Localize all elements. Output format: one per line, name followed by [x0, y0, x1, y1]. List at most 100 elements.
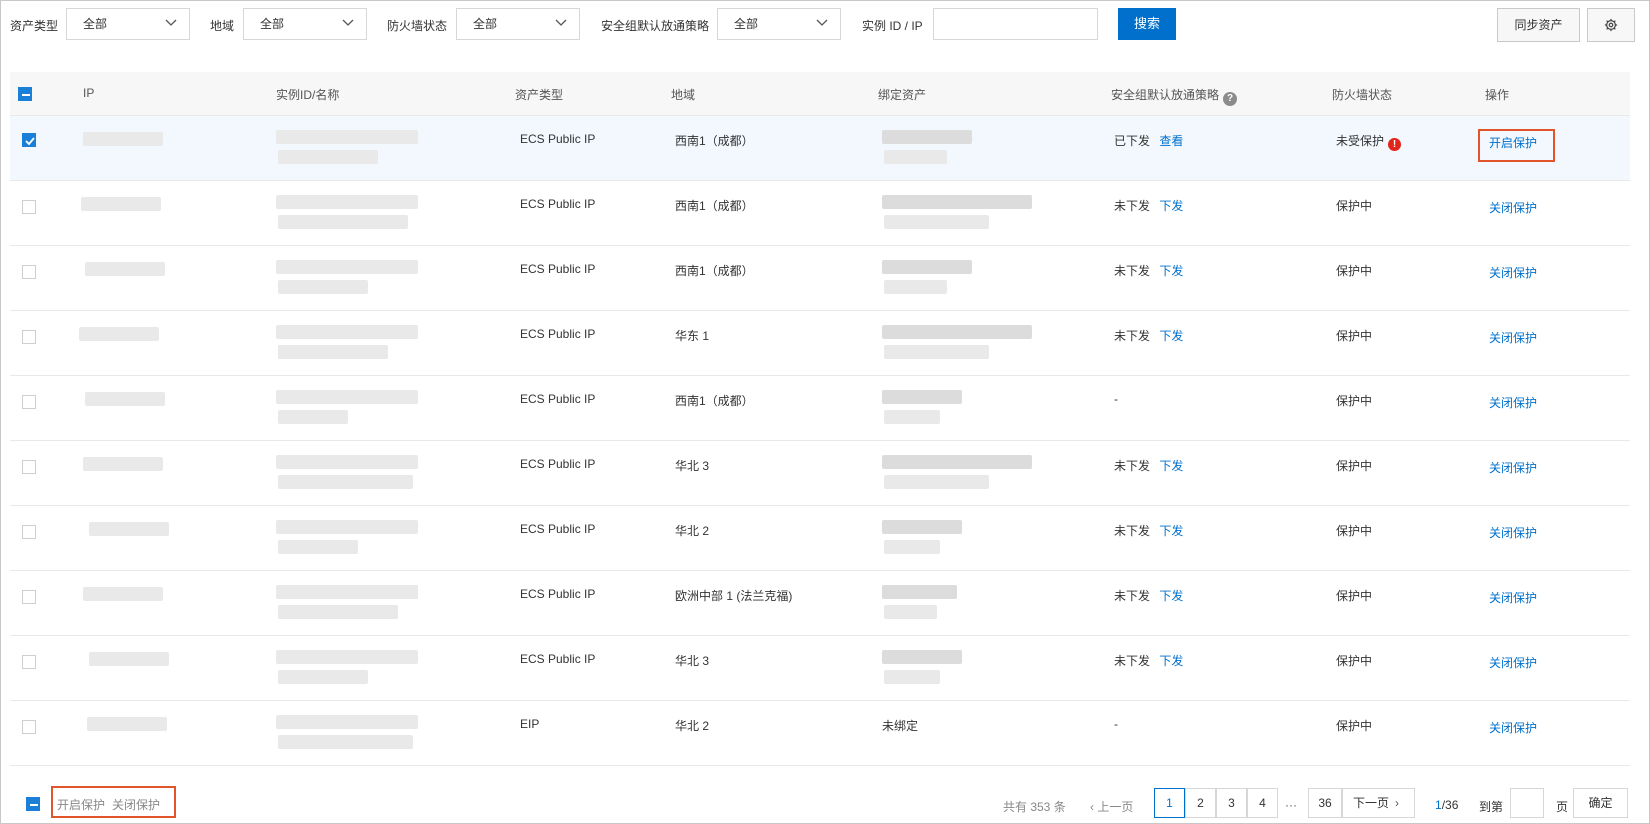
gear-icon	[1604, 18, 1618, 32]
sg-policy-status: 已下发	[1114, 134, 1151, 148]
next-page-button[interactable]: 下一页 ›	[1342, 788, 1415, 818]
row-checkbox[interactable]	[22, 200, 36, 214]
sg-policy-action-link[interactable]: 下发	[1159, 654, 1183, 668]
asset-type-cell: ECS Public IP	[520, 652, 596, 666]
firewall-status-cell: 保护中	[1336, 262, 1372, 279]
row-action-link[interactable]: 关闭保护	[1489, 589, 1537, 606]
row-action-link[interactable]: 关闭保护	[1489, 329, 1537, 346]
sg-policy-status: 未下发	[1114, 264, 1151, 278]
region-cell: 华北 2	[675, 719, 710, 733]
sg-policy-cell: 未下发 下发	[1114, 327, 1183, 344]
sg-policy-action-link[interactable]: 下发	[1159, 459, 1183, 473]
header-sg-policy: 安全组默认放通策略?	[1111, 86, 1238, 106]
sg-policy-action-link[interactable]: 下发	[1159, 329, 1183, 343]
indeterminate-icon	[22, 94, 30, 96]
page-button-2[interactable]: 2	[1185, 788, 1216, 818]
firewall-status-text: 保护中	[1336, 719, 1373, 733]
sg-policy-select[interactable]: 全部	[717, 8, 841, 40]
search-button[interactable]: 搜索	[1118, 8, 1176, 40]
sg-policy-cell: 未下发 下发	[1114, 522, 1183, 539]
table-row: ECS Public IP 华东 1 未下发 下发 保护中 关闭保护	[10, 311, 1630, 376]
page-button-last[interactable]: 36	[1308, 788, 1342, 818]
row-action-link[interactable]: 关闭保护	[1489, 394, 1537, 411]
sg-policy-status: -	[1114, 717, 1118, 731]
page-unit-label: 页	[1556, 800, 1569, 814]
page-button-4[interactable]: 4	[1247, 788, 1278, 818]
row-checkbox[interactable]	[22, 460, 36, 474]
sg-policy-cell: 未下发 下发	[1114, 652, 1183, 669]
goto-confirm-button[interactable]: 确定	[1573, 788, 1628, 818]
sg-policy-action-link[interactable]: 下发	[1159, 199, 1183, 213]
select-all-checkbox[interactable]	[18, 87, 32, 101]
row-checkbox[interactable]	[22, 330, 36, 344]
row-checkbox[interactable]	[22, 265, 36, 279]
region-cell: 西南1（成都）	[675, 264, 754, 278]
asset-type-cell: EIP	[520, 717, 540, 731]
firewall-status-text: 保护中	[1336, 459, 1373, 473]
redacted-bound-asset	[882, 130, 972, 144]
header-action: 操作	[1485, 88, 1510, 102]
asset-type-cell: ECS Public IP	[520, 327, 596, 341]
redacted-ip	[87, 717, 167, 731]
help-icon[interactable]: ?	[1223, 92, 1238, 106]
redacted-bound-asset	[884, 605, 937, 619]
row-action-link[interactable]: 关闭保护	[1489, 199, 1537, 216]
redacted-instance-id	[276, 455, 418, 469]
header-firewall: 防火墙状态	[1332, 88, 1393, 102]
batch-disable-button[interactable]: 关闭保护	[112, 796, 160, 813]
chevron-down-icon	[342, 19, 354, 26]
redacted-instance-id	[276, 130, 418, 144]
region-cell: 欧洲中部 1 (法兰克福)	[675, 589, 793, 603]
asset-type-label: 资产类型	[10, 19, 59, 33]
region-label: 地域	[210, 19, 235, 33]
region-select[interactable]: 全部	[243, 8, 367, 40]
redacted-instance-name	[278, 215, 408, 229]
row-checkbox[interactable]	[22, 133, 36, 147]
page-total: /36	[1441, 798, 1459, 812]
redacted-ip	[85, 262, 165, 276]
redacted-instance-name	[278, 670, 368, 684]
instance-id-label: 实例 ID / IP	[862, 19, 923, 33]
firewall-status-text: 保护中	[1336, 329, 1373, 343]
goto-page-input[interactable]	[1510, 788, 1544, 818]
instance-id-input[interactable]	[933, 8, 1098, 40]
row-action-link[interactable]: 关闭保护	[1489, 524, 1537, 541]
page-button-1[interactable]: 1	[1154, 788, 1185, 818]
row-checkbox[interactable]	[22, 655, 36, 669]
row-action-link[interactable]: 关闭保护	[1489, 654, 1537, 671]
sg-policy-status: 未下发	[1114, 199, 1151, 213]
sg-policy-action-link[interactable]: 下发	[1159, 264, 1183, 278]
sg-policy-action-link[interactable]: 查看	[1159, 134, 1183, 148]
current-page: 1	[1435, 798, 1442, 812]
firewall-status-select[interactable]: 全部	[456, 8, 580, 40]
redacted-bound-asset	[884, 215, 989, 229]
region-cell: 西南1（成都）	[675, 199, 754, 213]
row-action-link[interactable]: 关闭保护	[1489, 264, 1537, 281]
sg-policy-action-link[interactable]: 下发	[1159, 524, 1183, 538]
firewall-status-text: 保护中	[1336, 394, 1373, 408]
header-region: 地域	[671, 88, 696, 102]
page-button-3[interactable]: 3	[1216, 788, 1247, 818]
row-checkbox[interactable]	[22, 590, 36, 604]
chevron-down-icon	[555, 19, 567, 26]
redacted-instance-id	[276, 585, 418, 599]
row-checkbox[interactable]	[22, 720, 36, 734]
sync-assets-button[interactable]: 同步资产	[1497, 8, 1580, 42]
prev-page-button[interactable]: ‹ 上一页	[1090, 798, 1133, 815]
row-checkbox[interactable]	[22, 395, 36, 409]
pagination-ellipsis: ···	[1285, 798, 1297, 812]
header-sg-policy-label: 安全组默认放通策略	[1111, 88, 1220, 102]
next-page-label: 下一页	[1353, 796, 1390, 810]
indeterminate-icon	[30, 804, 38, 806]
redacted-instance-name	[278, 410, 348, 424]
row-action-link[interactable]: 关闭保护	[1489, 719, 1537, 736]
row-checkbox[interactable]	[22, 525, 36, 539]
footer-select-all-checkbox[interactable]	[26, 797, 40, 811]
table-row: EIP 华北 2 未绑定 - 保护中 关闭保护	[10, 701, 1630, 766]
sg-policy-action-link[interactable]: 下发	[1159, 589, 1183, 603]
batch-enable-button[interactable]: 开启保护	[57, 796, 105, 813]
asset-type-select[interactable]: 全部	[66, 8, 190, 40]
settings-button[interactable]	[1587, 8, 1635, 42]
firewall-status-cell: 保护中	[1336, 327, 1372, 344]
row-action-link[interactable]: 关闭保护	[1489, 459, 1537, 476]
